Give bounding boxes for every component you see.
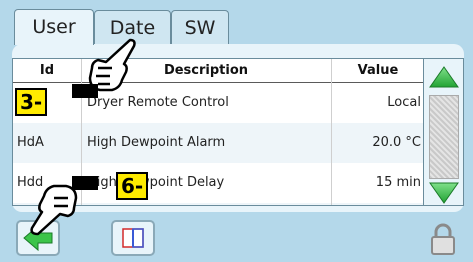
- tab-sw[interactable]: SW: [171, 10, 229, 44]
- row-id: HdA: [17, 135, 44, 150]
- scrollbar-thumb[interactable]: [429, 95, 459, 179]
- row-description: High Dewpoint Alarm: [87, 135, 226, 150]
- callout-label: 6-: [116, 172, 149, 200]
- column-header-id: Id: [39, 63, 55, 78]
- triangle-up-icon[interactable]: [429, 65, 459, 89]
- pointing-hand-icon: [30, 176, 98, 236]
- triangle-down-icon[interactable]: [429, 181, 459, 205]
- callout-label: 3-: [15, 88, 48, 116]
- scrollbar[interactable]: [424, 58, 464, 206]
- row-value: Local: [387, 95, 421, 110]
- window-icon: [122, 228, 144, 248]
- row-value: 20.0 °C: [372, 135, 421, 150]
- column-header-value: Value: [357, 63, 399, 78]
- table-row[interactable]: HdA High Dewpoint Alarm 20.0 °C: [13, 123, 423, 163]
- tab-user[interactable]: User: [14, 9, 94, 45]
- column-divider: [331, 59, 332, 205]
- padlock-icon[interactable]: [429, 222, 457, 256]
- row-value: 15 min: [375, 175, 421, 190]
- settings-button[interactable]: [111, 220, 155, 256]
